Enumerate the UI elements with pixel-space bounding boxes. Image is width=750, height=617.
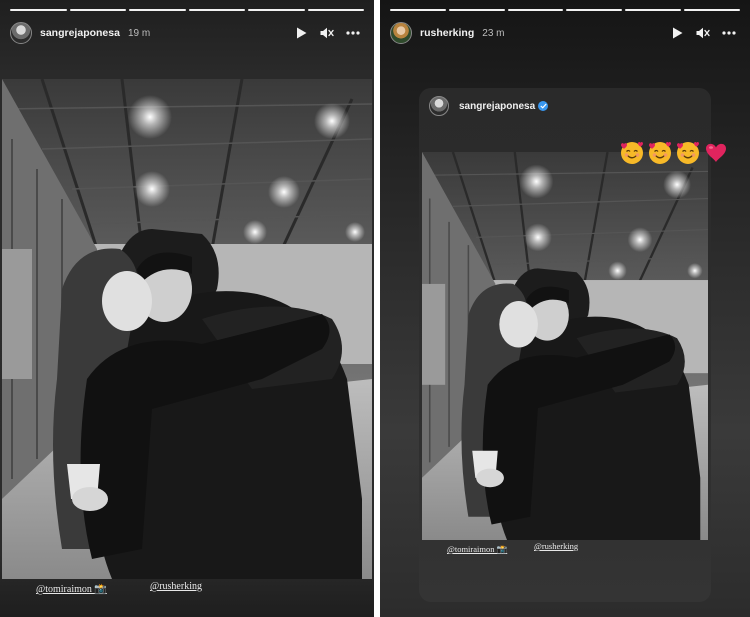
story-photo[interactable]: [2, 79, 372, 579]
mention-tag[interactable]: @rusherking: [534, 541, 578, 551]
smiling-face-with-hearts-icon: [677, 142, 699, 164]
avatar-icon[interactable]: [429, 96, 449, 116]
progress-segment: [188, 9, 245, 11]
mention-tag[interactable]: @tomiraimon 📸: [36, 584, 107, 595]
red-heart-icon: [706, 143, 726, 162]
story-timestamp: 19 m: [127, 27, 151, 39]
progress-segment: [69, 9, 126, 11]
mention-tag[interactable]: @rusherking: [150, 581, 202, 592]
story-progress-bar: [10, 9, 364, 11]
reshared-post-header: sangrejaponesa: [429, 96, 549, 116]
play-icon[interactable]: [292, 24, 310, 42]
reshared-post-card[interactable]: sangrejaponesa @tomiraimon 📸 @rusherking: [419, 88, 711, 602]
couple-hug-photo: [422, 152, 708, 540]
mute-icon[interactable]: [318, 24, 336, 42]
mute-icon[interactable]: [694, 24, 712, 42]
progress-segment: [625, 9, 682, 11]
smiling-face-with-hearts-icon: [649, 142, 671, 164]
couple-hug-photo: [2, 79, 372, 579]
story-header: rusherking 23 m: [390, 20, 738, 46]
smiling-face-with-hearts-icon: [621, 142, 643, 164]
reshared-post-username[interactable]: sangrejaponesa: [459, 101, 535, 112]
emoji-sticker-row[interactable]: [619, 139, 729, 165]
progress-segment: [129, 9, 186, 11]
progress-segment: [307, 9, 364, 11]
progress-segment: [566, 9, 623, 11]
play-icon[interactable]: [668, 24, 686, 42]
more-options-icon[interactable]: [720, 24, 738, 42]
verified-badge-icon: [538, 101, 549, 111]
story-panel-left[interactable]: sangrejaponesa 19 m @tomiraimon 📸 @rushe…: [0, 0, 374, 617]
story-header: sangrejaponesa 19 m: [10, 20, 362, 46]
story-author-username[interactable]: rusherking: [420, 27, 474, 39]
more-options-icon[interactable]: [344, 24, 362, 42]
progress-segment: [390, 9, 446, 11]
progress-segment: [684, 9, 740, 11]
avatar-icon[interactable]: [390, 22, 412, 44]
story-progress-bar: [390, 9, 740, 11]
progress-segment: [248, 9, 305, 11]
reshared-photo[interactable]: [422, 152, 708, 540]
progress-segment: [10, 9, 67, 11]
avatar-icon[interactable]: [10, 22, 32, 44]
mention-tag[interactable]: @tomiraimon 📸: [447, 544, 507, 555]
progress-segment: [507, 9, 564, 11]
story-author-username[interactable]: sangrejaponesa: [40, 27, 120, 39]
story-timestamp: 23 m: [482, 27, 505, 39]
progress-segment: [448, 9, 505, 11]
